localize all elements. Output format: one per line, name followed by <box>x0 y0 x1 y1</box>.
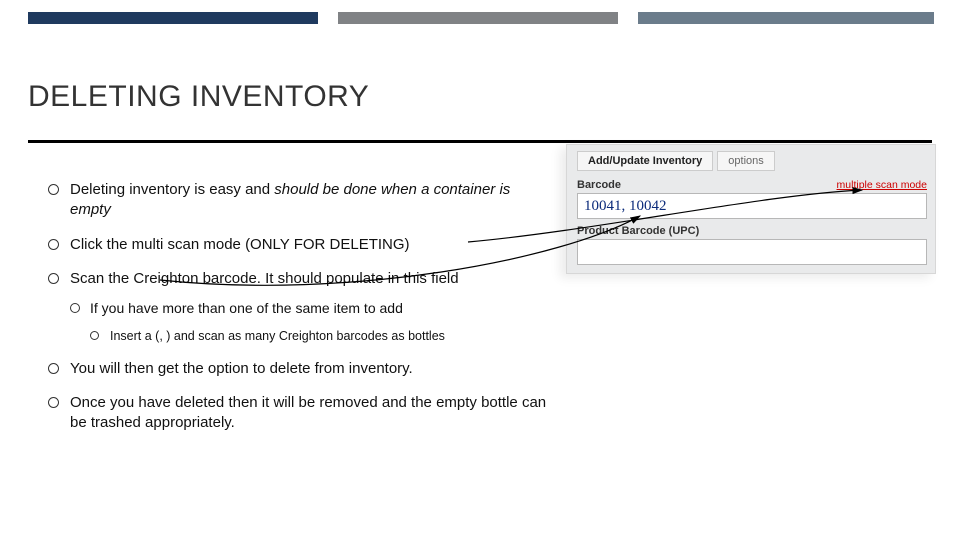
upc-input[interactable] <box>577 239 927 265</box>
title-block: DELETING INVENTORY <box>28 80 932 143</box>
body-text: Deleting inventory is easy and should be… <box>48 180 548 448</box>
barcode-row: Barcode multiple scan mode <box>577 179 927 219</box>
upc-row: Product Barcode (UPC) <box>577 225 927 265</box>
tab-options[interactable]: options <box>717 151 774 171</box>
bullet-3-text: Scan the Creighton barcode. It should po… <box>70 270 459 287</box>
bullet-4: You will then get the option to delete f… <box>48 359 548 379</box>
bullet-1-text-a: Deleting inventory is easy and <box>70 181 274 198</box>
accent-seg-3 <box>638 12 934 24</box>
bullet-3-1-text: If you have more than one of the same it… <box>90 300 403 316</box>
accent-seg-1 <box>28 12 318 24</box>
multi-scan-link[interactable]: multiple scan mode <box>837 179 927 191</box>
bullet-1: Deleting inventory is easy and should be… <box>48 180 548 221</box>
bullet-3: Scan the Creighton barcode. It should po… <box>48 269 548 345</box>
accent-seg-2 <box>338 12 618 24</box>
barcode-label: Barcode <box>577 179 621 191</box>
bullet-2: Click the multi scan mode (ONLY FOR DELE… <box>48 235 548 255</box>
upc-label: Product Barcode (UPC) <box>577 225 699 237</box>
bullet-3-1-1: Insert a (, ) and scan as many Creighton… <box>90 328 548 345</box>
bullet-3-1: If you have more than one of the same it… <box>70 299 548 345</box>
tab-add-update[interactable]: Add/Update Inventory <box>577 151 713 171</box>
bullet-5: Once you have deleted then it will be re… <box>48 393 548 434</box>
inventory-panel: Add/Update Inventory options Barcode mul… <box>566 144 936 274</box>
accent-bar <box>0 12 960 24</box>
slide-title: DELETING INVENTORY <box>28 80 932 114</box>
panel-tabs: Add/Update Inventory options <box>577 151 927 171</box>
barcode-input[interactable] <box>577 193 927 219</box>
